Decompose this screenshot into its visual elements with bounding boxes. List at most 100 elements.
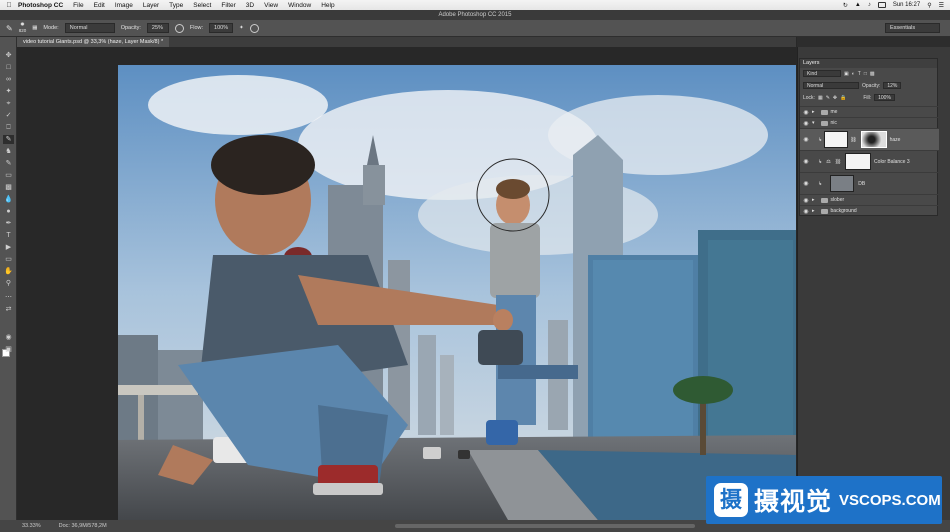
watermark-chinese-text: 摄视觉 — [754, 488, 833, 516]
layers-panel-title[interactable]: Layers — [800, 59, 937, 68]
dodge-tool-icon[interactable]: ● — [3, 207, 14, 216]
lock-transparent-icon[interactable]: ▦ — [818, 95, 823, 101]
expand-arrow-icon[interactable]: ▾ — [812, 120, 815, 126]
visibility-eye-icon[interactable]: ◉ — [800, 109, 812, 116]
visibility-eye-icon[interactable]: ◉ — [800, 208, 812, 215]
screen-mode-icon[interactable]: ▣ — [3, 345, 14, 354]
filter-pixel-icon[interactable]: ▣ — [844, 71, 849, 77]
menu-app-name[interactable]: Photoshop CC — [18, 2, 63, 9]
flow-field[interactable]: 100% — [209, 23, 234, 33]
lasso-tool-icon[interactable]: ∞ — [3, 75, 14, 84]
layer-thumbnail[interactable] — [824, 131, 849, 148]
brush-tool-active-icon[interactable]: ✎ — [3, 135, 14, 144]
path-select-tool-icon[interactable]: ▶ — [3, 243, 14, 252]
lock-image-icon[interactable]: ✎ — [826, 95, 830, 101]
pressure-opacity-icon[interactable] — [174, 23, 184, 33]
layers-panel: Layers Kind ▣ ◐ T □ ▩ Normal Opacity: 12… — [799, 58, 939, 216]
layer-row-nic[interactable]: ◉ ▾ nic — [800, 117, 939, 128]
type-tool-icon[interactable]: T — [3, 231, 14, 240]
menu-select[interactable]: Select — [193, 2, 211, 9]
airbrush-icon[interactable]: ✦ — [239, 25, 244, 31]
battery-icon[interactable] — [877, 2, 886, 8]
marquee-tool-icon[interactable]: □ — [3, 63, 14, 72]
smart-object-thumbnail[interactable] — [830, 175, 855, 192]
shape-tool-icon[interactable]: ▭ — [3, 255, 14, 264]
sync-icon[interactable]: ↻ — [843, 2, 848, 9]
menu-image[interactable]: Image — [115, 2, 133, 9]
quick-mask-icon[interactable]: ◉ — [3, 333, 14, 342]
expand-arrow-icon[interactable]: ▸ — [812, 208, 815, 214]
mask-link-icon[interactable]: ⛓ — [835, 159, 841, 165]
visibility-eye-icon[interactable]: ◉ — [800, 136, 812, 143]
doc-size[interactable]: Doc: 36,9M/578,2M — [59, 523, 107, 529]
menu-layer[interactable]: Layer — [143, 2, 159, 9]
horizontal-scrollbar[interactable] — [395, 524, 695, 528]
brush-tool-icon[interactable]: ✎ — [6, 24, 13, 33]
quick-select-tool-icon[interactable]: ✦ — [3, 87, 14, 96]
document-canvas[interactable] — [118, 65, 796, 520]
layer-opacity-field[interactable]: 12% — [883, 82, 902, 89]
adjustment-mask-thumbnail[interactable] — [845, 153, 872, 170]
layer-row-background[interactable]: ◉ ▸ background — [800, 205, 939, 216]
fill-field[interactable]: 100% — [874, 94, 895, 101]
more-tools-icon[interactable]: ⋯ — [3, 293, 14, 302]
lock-position-icon[interactable]: ✥ — [833, 95, 837, 101]
clock[interactable]: Sun 16:27 — [893, 2, 920, 8]
volume-icon[interactable]: ♪ — [868, 2, 871, 8]
expand-arrow-icon[interactable]: ▸ — [812, 197, 815, 203]
zoom-tool-icon[interactable]: ⚲ — [3, 279, 14, 288]
visibility-eye-icon[interactable]: ◉ — [800, 120, 812, 127]
filter-smart-object-icon[interactable]: ▩ — [870, 71, 875, 77]
menu-list-icon[interactable]: ☰ — [939, 2, 944, 9]
workspace-select[interactable]: Essentials — [885, 23, 940, 33]
menu-edit[interactable]: Edit — [94, 2, 105, 9]
zoom-level[interactable]: 33.33% — [22, 523, 41, 529]
move-tool-icon[interactable]: ✥ — [3, 51, 14, 60]
history-brush-tool-icon[interactable]: ✎ — [3, 159, 14, 168]
menu-file[interactable]: File — [73, 2, 83, 9]
filter-shape-icon[interactable]: □ — [864, 71, 867, 77]
menu-filter[interactable]: Filter — [221, 2, 235, 9]
brush-preset-picker[interactable]: ✹ 820 — [19, 22, 27, 34]
clone-stamp-tool-icon[interactable]: ♞ — [3, 147, 14, 156]
pen-tool-icon[interactable]: ✒ — [3, 219, 14, 228]
layer-row-haze-selected[interactable]: ◉ ↳ ⛓ haze — [800, 128, 939, 150]
document-tab[interactable]: video tutorial Giants.psd @ 33,3% (haze,… — [17, 37, 170, 47]
brush-panel-toggle-icon[interactable]: ▦ — [32, 25, 37, 31]
menu-help[interactable]: Help — [321, 2, 334, 9]
eraser-tool-icon[interactable]: ▭ — [3, 171, 14, 180]
pressure-size-icon[interactable] — [249, 23, 259, 33]
layer-mask-thumbnail[interactable] — [860, 131, 887, 148]
opacity-field[interactable]: 25% — [146, 23, 169, 33]
menu-window[interactable]: Window — [288, 2, 311, 9]
wifi-icon[interactable]: ▲ — [855, 2, 861, 8]
healing-brush-tool-icon[interactable]: ⎕ — [3, 123, 14, 132]
visibility-eye-icon[interactable]: ◉ — [800, 197, 812, 204]
layer-row-db[interactable]: ◉ ↳ DB — [800, 172, 939, 194]
lock-all-icon[interactable]: 🔒 — [840, 95, 846, 101]
mode-select[interactable]: Normal — [64, 23, 115, 33]
filter-adjustment-icon[interactable]: ◐ — [852, 71, 855, 77]
filter-type-icon[interactable]: T — [858, 71, 861, 77]
visibility-eye-icon[interactable]: ◉ — [800, 158, 812, 165]
search-icon[interactable]: ⚲ — [927, 2, 931, 9]
canvas-area[interactable] — [18, 47, 796, 520]
swap-colors-icon[interactable]: ⇄ — [3, 305, 14, 314]
layer-filter-select[interactable]: Kind — [803, 70, 841, 77]
eyedropper-tool-icon[interactable]: ✓ — [3, 111, 14, 120]
blur-tool-icon[interactable]: 💧 — [3, 195, 14, 204]
hand-tool-icon[interactable]: ✋ — [3, 267, 14, 276]
menu-3d[interactable]: 3D — [246, 2, 254, 9]
mask-link-icon[interactable]: ⛓ — [850, 137, 856, 143]
apple-icon[interactable]:  — [0, 2, 18, 9]
crop-tool-icon[interactable]: ⌖ — [3, 99, 14, 108]
menu-type[interactable]: Type — [169, 2, 183, 9]
menu-view[interactable]: View — [264, 2, 278, 9]
blend-mode-select[interactable]: Normal — [803, 82, 859, 89]
layer-row-slober[interactable]: ◉ ▸ slober — [800, 194, 939, 205]
visibility-eye-icon[interactable]: ◉ — [800, 180, 812, 187]
layer-row-color-balance[interactable]: ◉ ↳ ⚖ ⛓ Color Balance 3 — [800, 150, 939, 172]
expand-arrow-icon[interactable]: ▸ — [812, 109, 815, 115]
gradient-tool-icon[interactable]: ▩ — [3, 183, 14, 192]
layer-row-me[interactable]: ◉ ▸ me — [800, 106, 939, 117]
